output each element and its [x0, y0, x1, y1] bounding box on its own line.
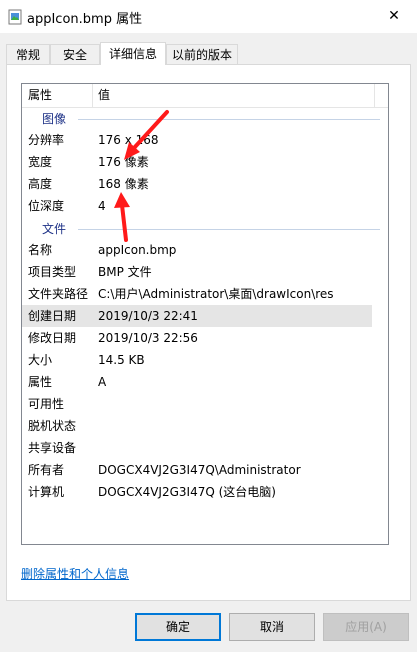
window-title: appIcon.bmp 属性 — [27, 12, 143, 27]
tab-general[interactable]: 常规 — [6, 44, 50, 64]
list-item-selected[interactable]: 创建日期 2019/10/3 22:41 — [22, 305, 372, 327]
list-item[interactable]: 位深度 4 — [22, 195, 388, 217]
close-button[interactable]: ✕ — [371, 0, 417, 32]
list-item[interactable]: 文件夹路径 C:\用户\Administrator\桌面\drawIcon\re… — [22, 283, 388, 305]
list-item[interactable]: 修改日期 2019/10/3 22:56 — [22, 327, 388, 349]
close-icon: ✕ — [388, 8, 400, 24]
list-item[interactable]: 所有者 DOGCX4VJ2G3I47Q\Administrator — [22, 459, 388, 481]
list-item[interactable]: 大小 14.5 KB — [22, 349, 388, 371]
details-panel: 属性 值 图像 分辨率 176 x 168 宽度 176 像素 高度 168 像… — [6, 64, 411, 601]
list-header: 属性 值 — [22, 84, 388, 108]
list-item[interactable]: 名称 appIcon.bmp — [22, 239, 388, 261]
property-list[interactable]: 属性 值 图像 分辨率 176 x 168 宽度 176 像素 高度 168 像… — [21, 83, 389, 545]
tab-details[interactable]: 详细信息 — [100, 42, 166, 65]
column-header-value[interactable]: 值 — [92, 84, 374, 107]
list-item[interactable]: 可用性 — [22, 393, 388, 415]
tab-previous-versions[interactable]: 以前的版本 — [166, 44, 238, 64]
tab-security[interactable]: 安全 — [50, 44, 100, 64]
ok-button[interactable]: 确定 — [135, 613, 221, 641]
bmp-file-icon — [7, 9, 23, 25]
title-bar: appIcon.bmp 属性 ✕ — [0, 0, 417, 33]
list-item[interactable]: 脱机状态 — [22, 415, 388, 437]
group-header-image: 图像 — [22, 109, 388, 129]
list-item[interactable]: 共享设备 — [22, 437, 388, 459]
list-item[interactable]: 计算机 DOGCX4VJ2G3I47Q (这台电脑) — [22, 481, 388, 503]
cancel-button[interactable]: 取消 — [229, 613, 315, 641]
tab-strip: 常规 安全 详细信息 以前的版本 — [6, 42, 411, 65]
group-header-file: 文件 — [22, 219, 388, 239]
list-item[interactable]: 属性 A — [22, 371, 388, 393]
list-item[interactable]: 项目类型 BMP 文件 — [22, 261, 388, 283]
list-item[interactable]: 宽度 176 像素 — [22, 151, 388, 173]
column-header-property[interactable]: 属性 — [22, 84, 92, 107]
apply-button[interactable]: 应用(A) — [323, 613, 409, 641]
list-item[interactable]: 高度 168 像素 — [22, 173, 388, 195]
remove-properties-link[interactable]: 删除属性和个人信息 — [21, 565, 129, 582]
list-item[interactable]: 分辨率 176 x 168 — [22, 129, 388, 151]
